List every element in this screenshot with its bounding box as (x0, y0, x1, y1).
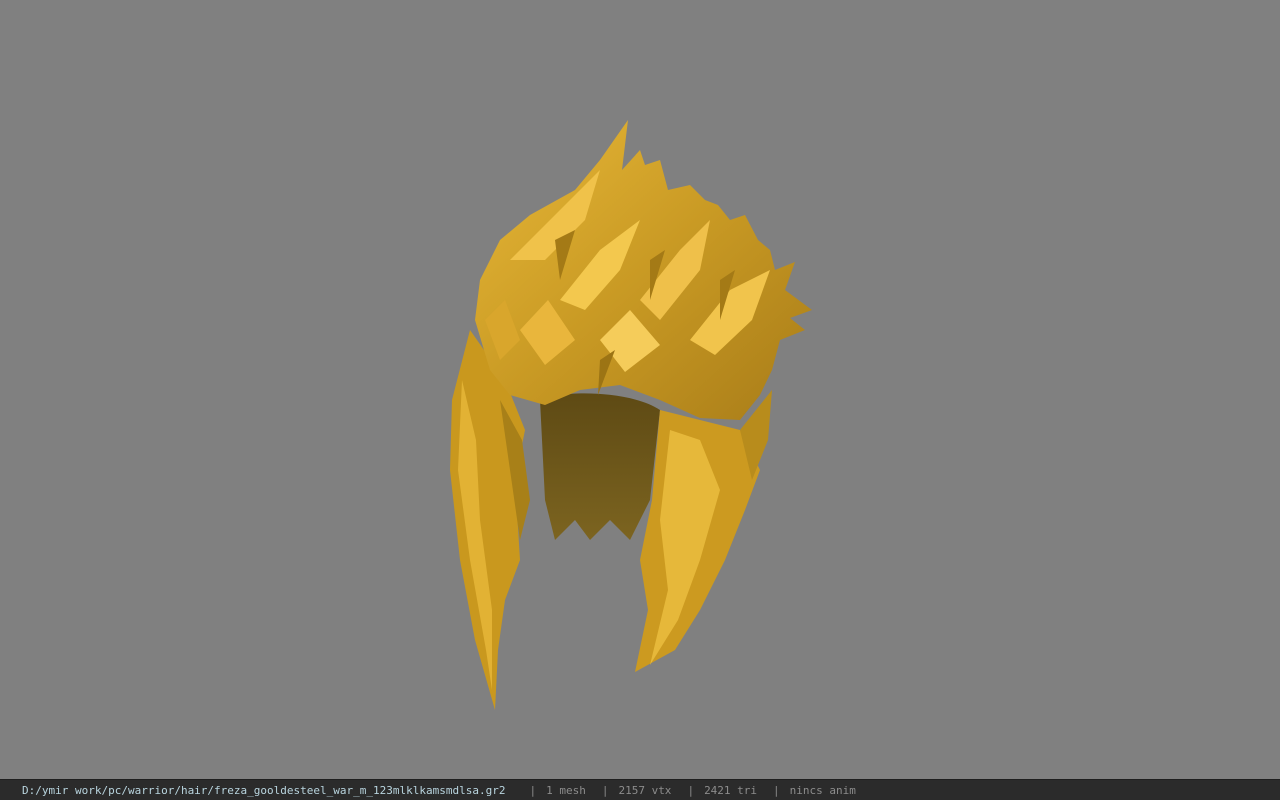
status-bar: D:/ymir work/pc/warrior/hair/freza_goold… (0, 779, 1280, 800)
vertex-count: 2157 vtx (618, 783, 672, 797)
3d-viewport[interactable] (0, 0, 1280, 779)
hair-inner-shadow (540, 393, 660, 540)
triangle-count: 2421 tri (704, 783, 758, 797)
hair-model (450, 120, 812, 710)
hair-crown (475, 120, 812, 420)
status-separator: | (773, 783, 780, 797)
mesh-count: 1 mesh (546, 783, 586, 797)
file-path: D:/ymir work/pc/warrior/hair/freza_goold… (22, 783, 506, 797)
status-separator: | (601, 783, 609, 797)
status-separator: | (687, 783, 695, 797)
animation-status: nincs anim (789, 783, 856, 797)
status-separator: | (529, 783, 537, 797)
